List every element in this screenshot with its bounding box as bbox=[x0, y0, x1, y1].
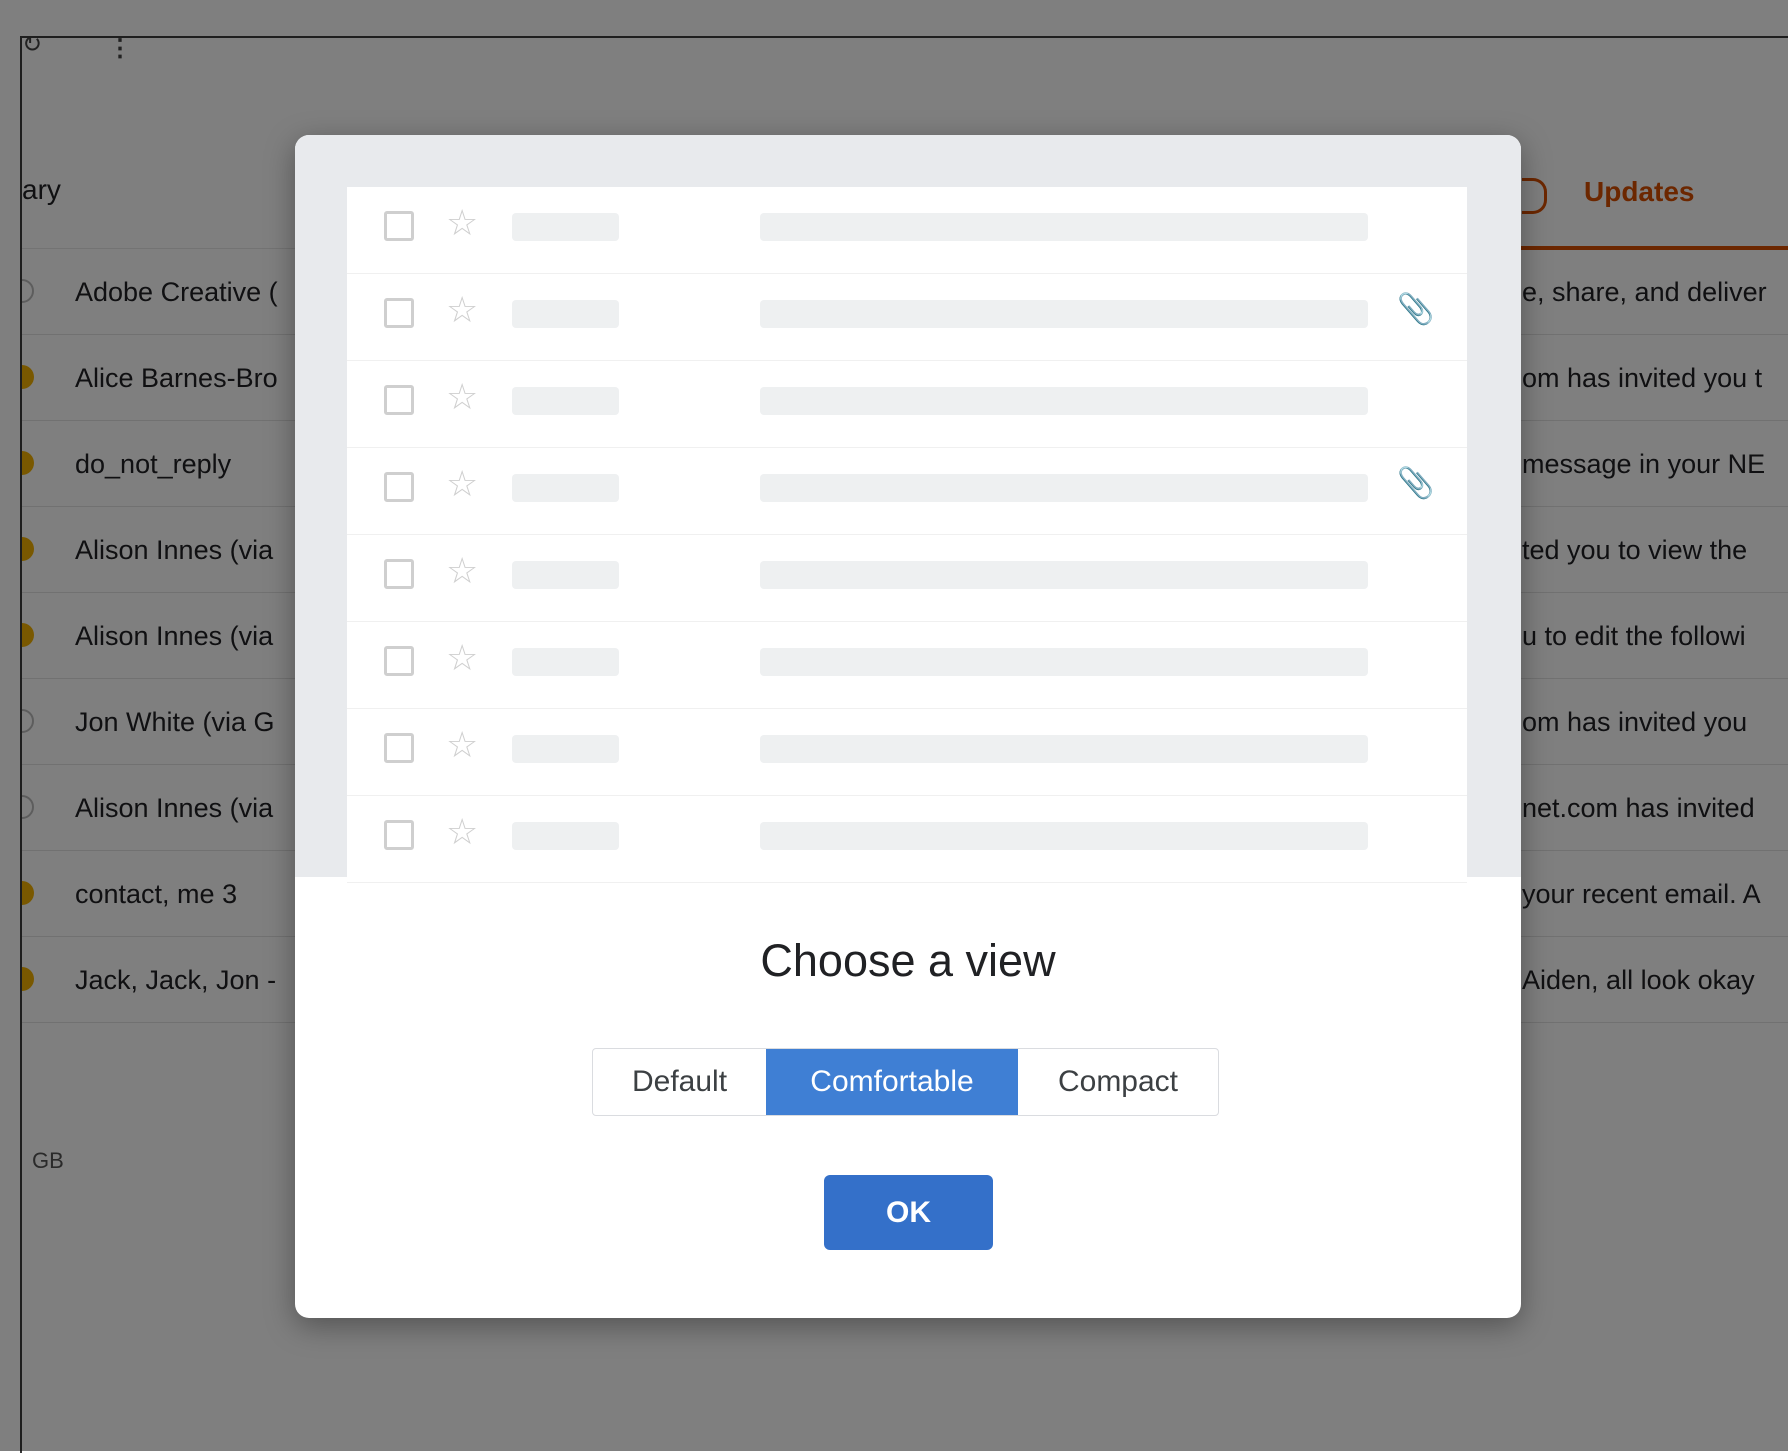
sender-placeholder bbox=[512, 213, 619, 241]
checkbox-icon bbox=[384, 820, 414, 850]
density-selector: Default Comfortable Compact bbox=[592, 1048, 1219, 1116]
preview-row: ☆ 📎 bbox=[347, 448, 1467, 535]
attachment-icon: 📎 bbox=[1397, 293, 1435, 326]
preview-row: ☆ bbox=[347, 796, 1467, 883]
choose-view-dialog: ☆ ☆ 📎 ☆ ☆ 📎 ☆ ☆ ☆ ☆ Choose a view Default Comfort… bbox=[295, 135, 1521, 1318]
checkbox-icon bbox=[384, 211, 414, 241]
checkbox-icon bbox=[384, 298, 414, 328]
preview-row: ☆ bbox=[347, 361, 1467, 448]
star-icon: ☆ bbox=[446, 550, 479, 591]
sender-placeholder bbox=[512, 735, 619, 763]
preview-row: ☆ bbox=[347, 187, 1467, 274]
star-icon: ☆ bbox=[446, 463, 479, 504]
subject-placeholder bbox=[760, 474, 1368, 502]
sender-placeholder bbox=[512, 822, 619, 850]
preview-row: ☆ 📎 bbox=[347, 274, 1467, 361]
checkbox-icon bbox=[384, 733, 414, 763]
attachment-icon: 📎 bbox=[1397, 467, 1435, 500]
star-icon: ☆ bbox=[446, 289, 479, 330]
checkbox-icon bbox=[384, 472, 414, 502]
subject-placeholder bbox=[760, 735, 1368, 763]
preview-row: ☆ bbox=[347, 622, 1467, 709]
sender-placeholder bbox=[512, 300, 619, 328]
sender-placeholder bbox=[512, 387, 619, 415]
view-preview: ☆ ☆ 📎 ☆ ☆ 📎 ☆ ☆ ☆ ☆ bbox=[295, 135, 1521, 883]
view-option-comfortable[interactable]: Comfortable bbox=[766, 1049, 1018, 1115]
preview-row: ☆ bbox=[347, 709, 1467, 796]
subject-placeholder bbox=[760, 300, 1368, 328]
view-option-compact[interactable]: Compact bbox=[1018, 1049, 1218, 1115]
ok-button[interactable]: OK bbox=[824, 1175, 993, 1250]
dialog-title: Choose a view bbox=[760, 935, 1056, 986]
subject-placeholder bbox=[760, 561, 1368, 589]
subject-placeholder bbox=[760, 387, 1368, 415]
preview-list: ☆ ☆ 📎 ☆ ☆ 📎 ☆ ☆ ☆ ☆ bbox=[347, 187, 1467, 883]
preview-row: ☆ bbox=[347, 535, 1467, 622]
sender-placeholder bbox=[512, 648, 619, 676]
checkbox-icon bbox=[384, 646, 414, 676]
star-icon: ☆ bbox=[446, 811, 479, 852]
subject-placeholder bbox=[760, 648, 1368, 676]
star-icon: ☆ bbox=[446, 376, 479, 417]
subject-placeholder bbox=[760, 822, 1368, 850]
sender-placeholder bbox=[512, 561, 619, 589]
star-icon: ☆ bbox=[446, 637, 479, 678]
view-option-default[interactable]: Default bbox=[593, 1049, 766, 1115]
checkbox-icon bbox=[384, 559, 414, 589]
star-icon: ☆ bbox=[446, 202, 479, 243]
checkbox-icon bbox=[384, 385, 414, 415]
star-icon: ☆ bbox=[446, 724, 479, 765]
sender-placeholder bbox=[512, 474, 619, 502]
subject-placeholder bbox=[760, 213, 1368, 241]
